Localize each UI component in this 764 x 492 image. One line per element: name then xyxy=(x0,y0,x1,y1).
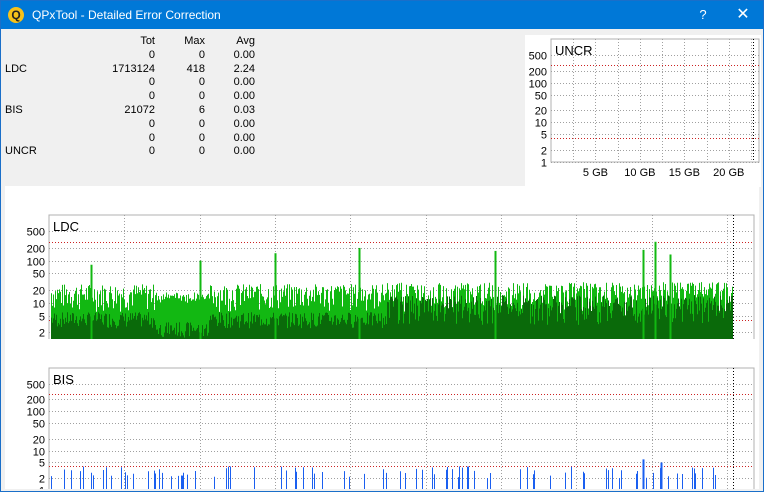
y-tick-label: 2 xyxy=(541,146,547,158)
row-max: 0 xyxy=(198,117,205,130)
y-tick-label: 10 xyxy=(33,447,45,459)
stats-row: UNCR 0 0 0.00 xyxy=(5,145,265,159)
app-icon: Q xyxy=(8,7,24,23)
row-avg: 0.00 xyxy=(233,90,255,103)
row-avg: 2.24 xyxy=(233,62,255,75)
y-tick-label: 20 xyxy=(33,435,45,447)
bis-chart: 1251020501002005005 GB10 GB15 GB20 GBBIS xyxy=(5,339,759,489)
row-max: 0 xyxy=(198,76,205,89)
ldc-chart: 1251020501002005005 GB10 GB15 GB20 GBLDC xyxy=(5,186,759,346)
x-tick-label: 20 GB xyxy=(713,167,744,179)
y-tick-label: 100 xyxy=(529,79,547,91)
y-tick-label: 10 xyxy=(535,118,547,130)
stats-row: 0 0 0.00 xyxy=(5,76,265,90)
title-bar[interactable]: Q QPxTool - Detailed Error Correction ? … xyxy=(1,1,763,29)
close-icon: ✕ xyxy=(736,6,750,23)
stats-row: LDC 1713124 418 2.24 xyxy=(5,63,265,77)
stats-row: 0 0 0.00 xyxy=(5,118,265,132)
y-tick-label: 2 xyxy=(39,474,45,486)
row-avg: 0.00 xyxy=(233,131,255,144)
row-avg: 0.00 xyxy=(233,76,255,89)
header-max: Max xyxy=(184,35,205,47)
row-max: 0 xyxy=(198,131,205,144)
y-tick-label: 200 xyxy=(27,244,45,256)
x-tick-label: 15 GB xyxy=(669,167,700,179)
chart-title: UNCR xyxy=(555,43,593,58)
window-title: QPxTool - Detailed Error Correction xyxy=(32,8,221,22)
stats-row: 0 0 0.00 xyxy=(5,132,265,146)
row-tot: 0 xyxy=(148,145,155,158)
row-max: 0 xyxy=(198,145,205,158)
y-tick-label: 5 xyxy=(541,130,547,142)
y-tick-label: 20 xyxy=(535,106,547,118)
stats-row: BIS 21072 6 0.03 xyxy=(5,104,265,118)
row-tot: 1713124 xyxy=(112,62,155,75)
y-tick-label: 5 xyxy=(39,458,45,470)
row-avg: 0.00 xyxy=(233,48,255,61)
stats-row: 0 0 0.00 xyxy=(5,49,265,63)
qpxtool-window: Q QPxTool - Detailed Error Correction ? … xyxy=(0,0,764,492)
row-avg: 0.00 xyxy=(233,145,255,158)
uncr-chart: 1 2 5 10 20 50 100 200 500 5 GB 10 GB 15 GB 20 GB UNC… xyxy=(525,35,761,187)
y-tick-label: 5 xyxy=(39,312,45,324)
y-tick-label: 200 xyxy=(27,395,45,407)
stats-row: 0 0 0.00 xyxy=(5,90,265,104)
y-tick-label: 500 xyxy=(529,51,547,63)
row-tot: 0 xyxy=(148,90,155,103)
row-label: BIS xyxy=(5,103,23,116)
y-tick-label: 20 xyxy=(33,286,45,298)
row-avg: 0.03 xyxy=(233,103,255,116)
help-icon: ? xyxy=(699,7,707,22)
uncr-chart-svg: 12 51020 50100200 500 5 GB 10 GB 15 GB 20 GB UNC… xyxy=(529,38,760,179)
close-button[interactable]: ✕ xyxy=(723,1,763,29)
y-tick-label: 2 xyxy=(39,328,45,340)
chart-title: LDC xyxy=(53,219,79,234)
help-button[interactable]: ? xyxy=(683,1,723,29)
y-tick-label: 50 xyxy=(535,91,547,103)
row-tot: 0 xyxy=(148,117,155,130)
row-tot: 21072 xyxy=(124,103,155,116)
y-tick-label: 500 xyxy=(27,380,45,392)
row-label: UNCR xyxy=(5,145,37,158)
row-max: 6 xyxy=(198,103,205,116)
y-tick-label: 10 xyxy=(33,299,45,311)
bis-chart-svg: 1251020501002005005 GB10 GB15 GB20 GBBIS xyxy=(27,367,755,490)
y-tick-label: 50 xyxy=(33,269,45,281)
y-tick-label: 100 xyxy=(27,257,45,269)
client-area: Tot Max Avg 0 0 0.00 LDC 1713124 418 2.24 000… xyxy=(1,29,763,491)
x-tick-label: 10 GB xyxy=(624,167,655,179)
chart-title: BIS xyxy=(53,372,74,387)
y-tick-label: 200 xyxy=(529,67,547,79)
row-max: 0 xyxy=(198,90,205,103)
header-tot: Tot xyxy=(140,35,155,47)
y-tick-label: 500 xyxy=(27,227,45,239)
x-tick-label: 5 GB xyxy=(583,167,608,179)
y-tick-label: 1 xyxy=(39,486,45,490)
row-label: LDC xyxy=(5,62,28,75)
header-avg: Avg xyxy=(236,35,255,47)
row-max: 418 xyxy=(186,62,205,75)
row-tot: 0 xyxy=(148,131,155,144)
y-tick-label: 1 xyxy=(541,158,547,170)
y-tick-label: 100 xyxy=(27,407,45,419)
row-tot: 0 xyxy=(148,76,155,89)
y-tick-label: 50 xyxy=(33,419,45,431)
row-avg: 0.00 xyxy=(233,117,255,130)
row-tot: 0 xyxy=(148,48,155,61)
ldc-chart-svg: 1251020501002005005 GB10 GB15 GB20 GBLDC xyxy=(27,214,755,346)
stats-table: Tot Max Avg 0 0 0.00 LDC 1713124 418 2.24 000… xyxy=(5,35,265,159)
stats-header-row: Tot Max Avg xyxy=(5,35,265,49)
row-max: 0 xyxy=(198,48,205,61)
